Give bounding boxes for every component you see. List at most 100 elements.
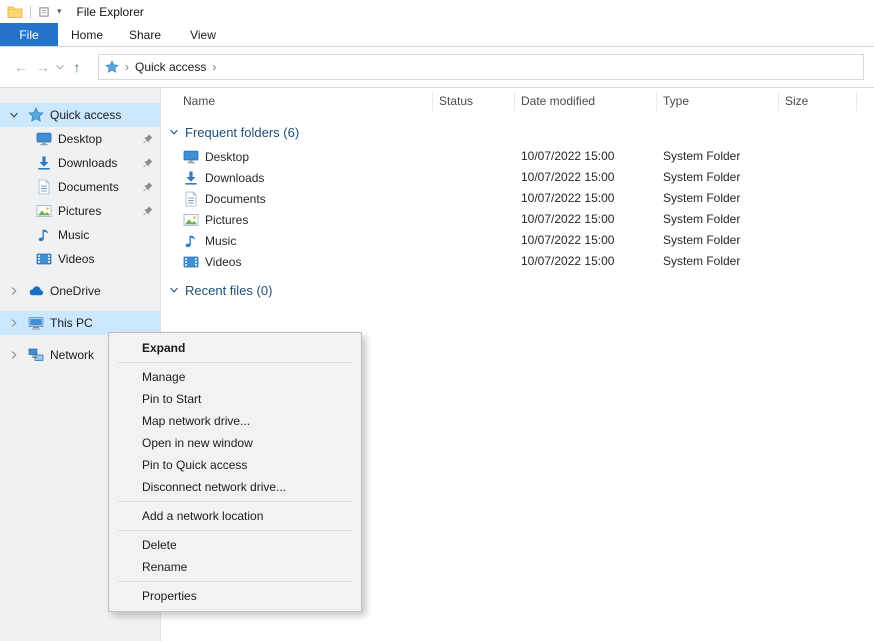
chevron-right-icon[interactable] — [9, 318, 19, 328]
file-row-desktop[interactable]: Desktop 10/07/2022 15:00 System Folder — [161, 146, 874, 167]
file-date-modified: 10/07/2022 15:00 — [515, 251, 657, 272]
menu-item-disconnect-network-drive[interactable]: Disconnect network drive... — [109, 476, 361, 498]
qat-divider — [30, 6, 31, 18]
file-type: System Folder — [657, 188, 779, 209]
menu-item-expand[interactable]: Expand — [109, 337, 361, 359]
music-icon — [183, 233, 199, 249]
file-size — [779, 188, 857, 209]
file-type: System Folder — [657, 167, 779, 188]
qat-properties-icon[interactable] — [38, 6, 50, 18]
pin-icon — [142, 157, 154, 169]
sidebar-item-pictures[interactable]: Pictures — [0, 199, 160, 223]
column-header-type[interactable]: Type — [657, 92, 779, 111]
desktop-icon — [183, 149, 199, 165]
menu-item-add-network-location[interactable]: Add a network location — [109, 505, 361, 527]
pictures-icon — [36, 203, 52, 219]
sidebar-item-videos[interactable]: Videos — [0, 247, 160, 271]
chevron-right-icon[interactable] — [9, 350, 19, 360]
column-header-size[interactable]: Size — [779, 92, 857, 111]
menu-separator — [118, 501, 352, 502]
menu-separator — [118, 581, 352, 582]
file-status — [433, 167, 515, 188]
downloads-icon — [36, 155, 52, 171]
file-status — [433, 230, 515, 251]
breadcrumb-chevron-icon[interactable]: › — [212, 60, 216, 74]
file-row-videos[interactable]: Videos 10/07/2022 15:00 System Folder — [161, 251, 874, 272]
network-icon — [28, 347, 44, 363]
app-folder-icon — [7, 4, 23, 20]
pin-icon — [142, 133, 154, 145]
menu-item-properties[interactable]: Properties — [109, 585, 361, 607]
this-pc-icon — [28, 315, 44, 331]
sidebar-item-music[interactable]: Music — [0, 223, 160, 247]
menu-item-pin-to-quick-access[interactable]: Pin to Quick access — [109, 454, 361, 476]
ribbon-tabs: File Home Share View — [0, 23, 874, 47]
context-menu: Expand Manage Pin to Start Map network d… — [108, 332, 362, 612]
file-row-downloads[interactable]: Downloads 10/07/2022 15:00 System Folder — [161, 167, 874, 188]
file-row-pictures[interactable]: Pictures 10/07/2022 15:00 System Folder — [161, 209, 874, 230]
menu-item-rename[interactable]: Rename — [109, 556, 361, 578]
sidebar-item-label: This PC — [50, 316, 93, 330]
tab-file[interactable]: File — [0, 23, 58, 46]
group-header-label: Frequent folders (6) — [185, 125, 299, 140]
forward-button[interactable]: → — [32, 59, 54, 75]
file-size — [779, 146, 857, 167]
file-size — [779, 209, 857, 230]
file-type: System Folder — [657, 251, 779, 272]
chevron-right-icon[interactable] — [9, 286, 19, 296]
file-explorer-window: ▾ File Explorer File Home Share View ← →… — [0, 0, 874, 641]
sidebar-item-label: Music — [58, 228, 89, 242]
sidebar-item-documents[interactable]: Documents — [0, 175, 160, 199]
group-header-label: Recent files (0) — [185, 283, 272, 298]
menu-separator — [118, 362, 352, 363]
column-header-date-modified[interactable]: Date modified — [515, 92, 657, 111]
breadcrumb-chevron-icon[interactable]: › — [125, 60, 129, 74]
back-button[interactable]: ← — [10, 59, 32, 75]
music-icon — [36, 227, 52, 243]
file-date-modified: 10/07/2022 15:00 — [515, 230, 657, 251]
tab-view[interactable]: View — [174, 23, 232, 46]
sidebar-item-desktop[interactable]: Desktop — [0, 127, 160, 151]
file-size — [779, 230, 857, 251]
desktop-icon — [36, 131, 52, 147]
file-status — [433, 146, 515, 167]
file-date-modified: 10/07/2022 15:00 — [515, 167, 657, 188]
group-header-frequent-folders[interactable]: Frequent folders (6) — [169, 122, 874, 142]
file-date-modified: 10/07/2022 15:00 — [515, 209, 657, 230]
chevron-down-icon[interactable] — [169, 285, 179, 295]
sidebar-item-label: Documents — [58, 180, 119, 194]
group-header-recent-files[interactable]: Recent files (0) — [169, 280, 874, 300]
menu-item-pin-to-start[interactable]: Pin to Start — [109, 388, 361, 410]
breadcrumb-quick-access[interactable]: Quick access — [135, 60, 206, 74]
sidebar-item-downloads[interactable]: Downloads — [0, 151, 160, 175]
sidebar-item-label: Desktop — [58, 132, 102, 146]
file-row-documents[interactable]: Documents 10/07/2022 15:00 System Folder — [161, 188, 874, 209]
menu-item-manage[interactable]: Manage — [109, 366, 361, 388]
pin-icon — [142, 181, 154, 193]
file-name: Videos — [205, 255, 241, 269]
column-header-name[interactable]: Name — [177, 92, 433, 111]
tab-share[interactable]: Share — [116, 23, 174, 46]
file-status — [433, 251, 515, 272]
sidebar-item-onedrive[interactable]: OneDrive — [0, 279, 160, 303]
downloads-icon — [183, 170, 199, 186]
sidebar-item-label: Network — [50, 348, 94, 362]
chevron-down-icon[interactable] — [9, 110, 19, 120]
address-bar[interactable]: › Quick access › — [98, 54, 864, 80]
column-header-status[interactable]: Status — [433, 92, 515, 111]
chevron-down-icon[interactable] — [169, 127, 179, 137]
recent-locations-chevron-icon[interactable] — [54, 62, 66, 72]
menu-item-open-in-new-window[interactable]: Open in new window — [109, 432, 361, 454]
sidebar-item-label: Downloads — [58, 156, 117, 170]
menu-item-map-network-drive[interactable]: Map network drive... — [109, 410, 361, 432]
qat-dropdown-icon[interactable]: ▾ — [57, 7, 62, 16]
documents-icon — [36, 179, 52, 195]
file-date-modified: 10/07/2022 15:00 — [515, 188, 657, 209]
menu-item-delete[interactable]: Delete — [109, 534, 361, 556]
up-button[interactable]: ↑ — [66, 59, 88, 75]
file-name: Music — [205, 234, 236, 248]
sidebar-item-quick-access[interactable]: Quick access — [0, 103, 160, 127]
file-row-music[interactable]: Music 10/07/2022 15:00 System Folder — [161, 230, 874, 251]
quick-access-icon — [28, 107, 44, 123]
tab-home[interactable]: Home — [58, 23, 116, 46]
